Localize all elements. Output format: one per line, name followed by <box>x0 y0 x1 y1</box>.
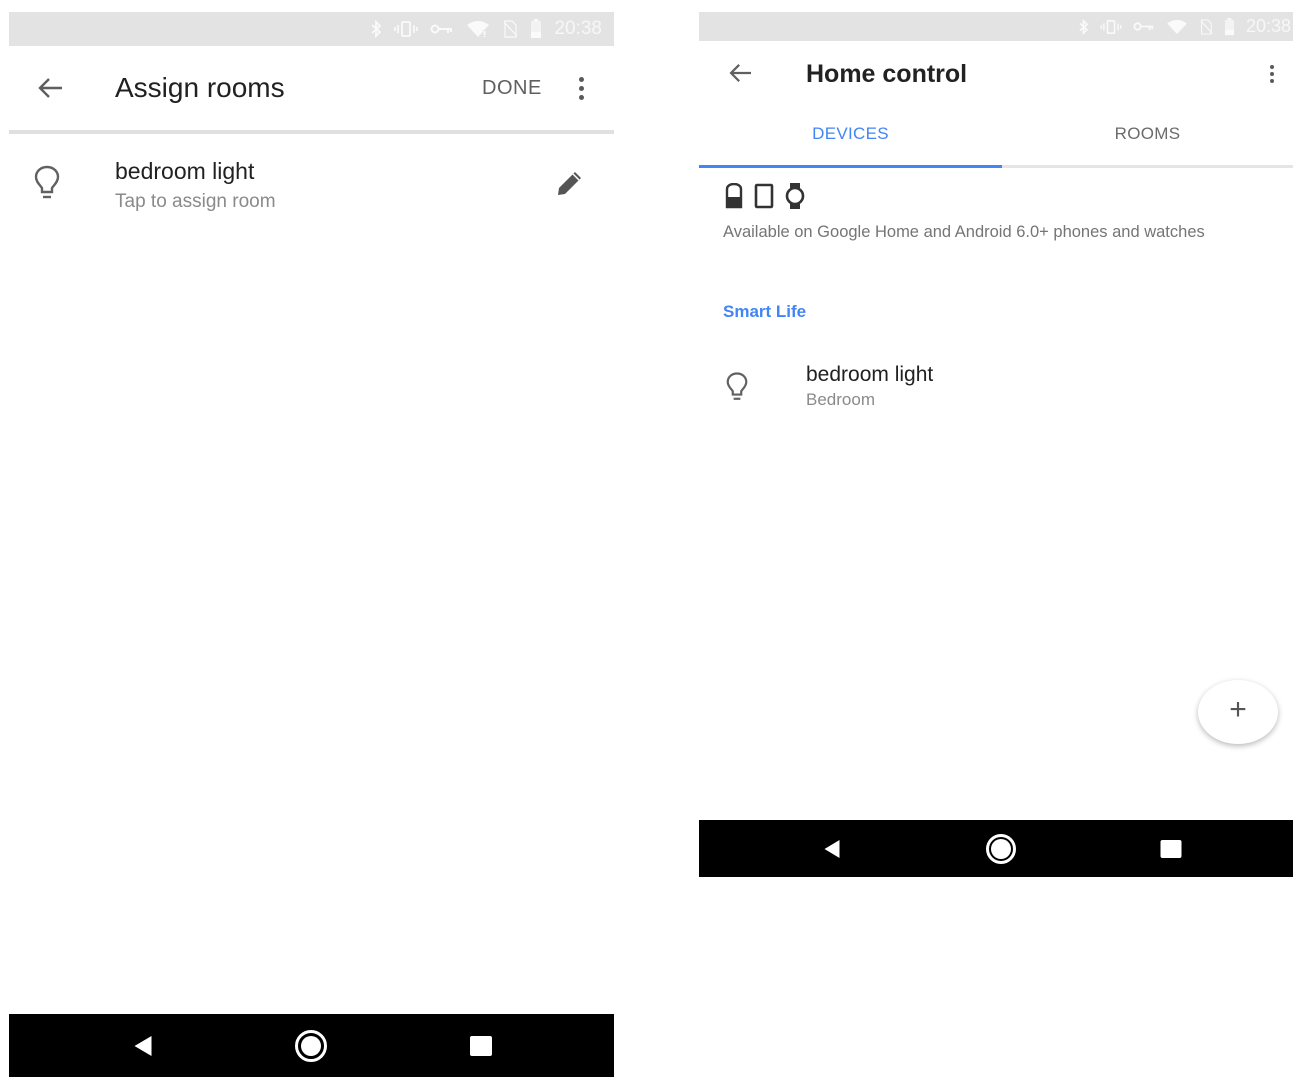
status-time: 20:38 <box>554 18 602 39</box>
wifi-icon <box>466 20 490 38</box>
nav-back-icon <box>134 1035 152 1056</box>
device-name: bedroom light <box>806 363 934 386</box>
app-bar: Assign rooms DONE <box>9 46 614 134</box>
battery-icon <box>530 19 542 39</box>
vpn-key-icon <box>1133 20 1155 33</box>
page-title: Home control <box>806 60 968 88</box>
status-icons: 20:38 <box>1078 12 1291 41</box>
tab-bar: DEVICES ROOMS <box>699 107 1293 168</box>
nav-back-button[interactable] <box>134 1035 152 1056</box>
device-subtitle: Tap to assign room <box>115 191 276 212</box>
status-icons: 20:38 <box>370 12 602 46</box>
availability-text: Available on Google Home and Android 6.0… <box>723 223 1205 241</box>
status-time: 20:38 <box>1245 16 1291 36</box>
status-bar: 20:38 <box>699 12 1293 41</box>
device-list-item[interactable]: bedroom light Tap to assign room <box>9 150 614 222</box>
nav-home-button[interactable] <box>986 833 1016 864</box>
vpn-key-icon <box>430 22 454 36</box>
app-bar: Home control <box>699 41 1293 107</box>
nav-recents-icon <box>470 1035 492 1056</box>
vibrate-icon <box>394 20 419 38</box>
more-vert-icon <box>1270 65 1274 83</box>
more-options-button[interactable] <box>1262 61 1282 87</box>
page-title: Assign rooms <box>115 72 285 103</box>
nav-back-icon <box>824 839 840 858</box>
nav-home-icon <box>295 1029 327 1062</box>
nav-bar <box>9 1014 614 1077</box>
nav-home-button[interactable] <box>295 1029 327 1062</box>
phone-icon <box>754 183 774 214</box>
device-room: Bedroom <box>806 390 875 409</box>
bluetooth-icon <box>1078 18 1089 35</box>
done-button[interactable]: DONE <box>482 77 542 100</box>
home-control-screen: 20:38 Home control DEVICES ROOMS Availab… <box>699 12 1293 877</box>
no-sim-icon <box>1199 18 1213 35</box>
watch-icon <box>784 182 806 215</box>
nav-recents-button[interactable] <box>470 1035 492 1056</box>
tab-rooms-label: ROOMS <box>1114 124 1181 143</box>
device-list-item[interactable]: bedroom light Bedroom <box>699 357 1293 417</box>
more-options-button[interactable] <box>571 74 591 102</box>
back-arrow-icon <box>729 64 751 82</box>
section-title: Smart Life <box>723 302 807 321</box>
tab-devices-label: DEVICES <box>812 124 889 143</box>
availability-icons <box>724 182 806 215</box>
add-icon: + <box>1229 693 1247 726</box>
battery-icon <box>1224 17 1235 36</box>
tab-devices[interactable]: DEVICES <box>699 107 1002 168</box>
back-arrow-icon <box>38 78 62 98</box>
nav-home-icon <box>986 833 1016 864</box>
nav-bar <box>699 820 1293 877</box>
vibrate-icon <box>1100 19 1122 35</box>
tab-rooms[interactable]: ROOMS <box>1002 107 1293 165</box>
pencil-icon[interactable] <box>555 168 585 203</box>
nav-back-button[interactable] <box>824 839 840 858</box>
more-vert-icon <box>578 76 584 100</box>
device-name: bedroom light <box>115 158 255 184</box>
back-button[interactable] <box>719 55 763 91</box>
wifi-icon <box>1166 19 1188 35</box>
back-button[interactable] <box>27 68 75 108</box>
nav-recents-icon <box>1160 839 1182 858</box>
status-bar: 20:38 <box>9 12 614 46</box>
google-home-icon <box>724 182 744 214</box>
bluetooth-icon <box>370 20 382 38</box>
add-device-fab[interactable]: + <box>1198 680 1278 744</box>
no-sim-icon <box>502 20 518 38</box>
lightbulb-icon <box>725 371 749 408</box>
nav-recents-button[interactable] <box>1160 839 1182 858</box>
assign-rooms-screen: 20:38 Assign rooms DONE bedroom light Ta… <box>9 12 614 1077</box>
lightbulb-icon <box>34 164 60 207</box>
